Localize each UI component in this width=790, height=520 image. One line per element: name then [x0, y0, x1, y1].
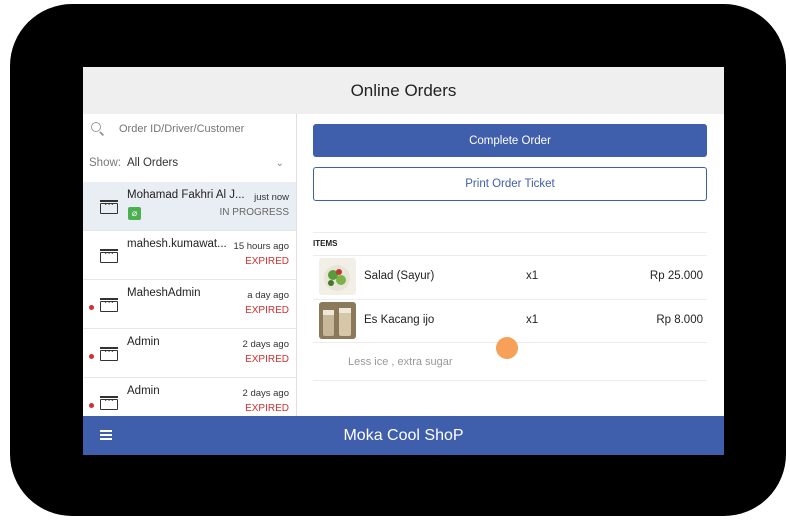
order-customer: mahesh.kumawat...	[127, 238, 227, 250]
gojek-icon: ⌀	[128, 207, 141, 220]
floating-action-button[interactable]	[496, 337, 518, 359]
item-qty: x1	[526, 270, 539, 282]
drink-image	[319, 302, 356, 339]
register-icon	[100, 346, 118, 361]
order-row[interactable]: MaheshAdmin a day ago EXPIRED	[83, 280, 296, 329]
order-status: EXPIRED	[245, 354, 289, 365]
item-name: Es Kacang ijo	[364, 314, 435, 326]
complete-order-button[interactable]: Complete Order	[313, 124, 707, 157]
order-status: EXPIRED	[245, 305, 289, 316]
order-row[interactable]: Mohamad Fakhri Al J... just now ⌀ IN PRO…	[83, 182, 296, 231]
order-customer: MaheshAdmin	[127, 287, 201, 299]
salad-image	[319, 258, 356, 295]
item-price: Rp 25.000	[649, 270, 703, 282]
order-customer: Admin	[127, 385, 160, 397]
filter-label: Show:	[89, 157, 121, 169]
register-icon	[100, 199, 118, 214]
order-time: 15 hours ago	[233, 241, 289, 252]
items-header: ITEMS	[313, 239, 338, 248]
order-time: 2 days ago	[242, 339, 289, 350]
register-icon	[100, 297, 118, 312]
search-icon	[91, 122, 105, 136]
order-customer: Admin	[127, 336, 160, 348]
order-status: EXPIRED	[245, 403, 289, 414]
register-icon	[100, 395, 118, 410]
order-row[interactable]: mahesh.kumawat... 15 hours ago EXPIRED	[83, 231, 296, 280]
search-bar	[83, 114, 296, 144]
item-row: Salad (Sayur) x1 Rp 25.000	[313, 256, 707, 298]
chevron-down-icon: ⌄	[275, 157, 284, 169]
item-name: Salad (Sayur)	[364, 270, 435, 282]
search-input[interactable]	[117, 122, 271, 136]
order-time: 2 days ago	[242, 388, 289, 399]
store-name: Moka Cool ShoP	[343, 426, 464, 444]
divider	[313, 380, 707, 381]
order-status: IN PROGRESS	[219, 207, 289, 218]
register-icon	[100, 248, 118, 263]
order-row[interactable]: Admin 2 days ago EXPIRED	[83, 378, 296, 416]
order-status: EXPIRED	[245, 256, 289, 267]
page-title: Online Orders	[83, 67, 724, 114]
unread-dot	[89, 403, 94, 408]
order-detail: Complete Order Print Order Ticket ITEMS …	[297, 114, 724, 416]
orders-sidebar: Show: All Orders ⌄ Mohamad Fakhri Al J..…	[83, 114, 297, 416]
filter-value: All Orders	[126, 157, 179, 169]
order-time: a day ago	[247, 290, 289, 301]
item-note: Less ice , extra sugar	[348, 356, 453, 368]
order-filter[interactable]: Show: All Orders ⌄	[83, 144, 296, 182]
app-screen: Online Orders Show: All Orders ⌄ Mohamad…	[83, 67, 724, 455]
item-price: Rp 8.000	[656, 314, 703, 326]
unread-dot	[89, 354, 94, 359]
print-ticket-button[interactable]: Print Order Ticket	[313, 167, 707, 201]
unread-dot	[89, 305, 94, 310]
menu-icon[interactable]	[100, 430, 112, 440]
item-row: Es Kacang ijo x1 Rp 8.000	[313, 300, 707, 342]
divider	[313, 232, 707, 233]
order-time: just now	[254, 192, 289, 203]
order-customer: Mohamad Fakhri Al J...	[127, 189, 245, 201]
bottom-bar: Moka Cool ShoP	[83, 416, 724, 455]
item-qty: x1	[526, 314, 539, 326]
order-row[interactable]: Admin 2 days ago EXPIRED	[83, 329, 296, 378]
